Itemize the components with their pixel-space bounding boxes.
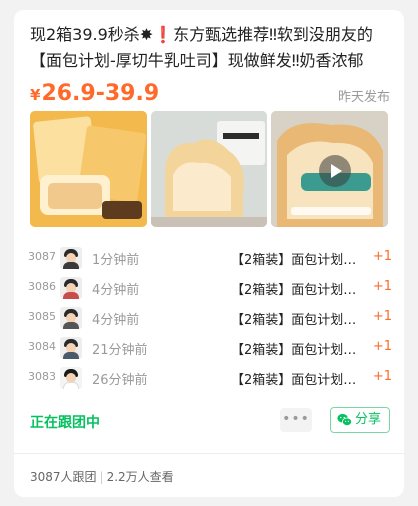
order-number: 3087 — [28, 250, 56, 263]
followers-count: 3087人跟团 — [30, 470, 97, 484]
order-time: 4分钟前 — [92, 313, 140, 328]
order-product: 【2箱装】面包计划-厚切牛乳吐司 — [231, 343, 357, 358]
bread-illustration — [150, 111, 268, 227]
product-image-package[interactable] — [30, 111, 147, 227]
order-row[interactable]: 3086 4分钟前 【2箱装】面包计划-厚切牛乳吐司 +1 — [28, 272, 392, 302]
stats: 3087人跟团 | 2.2万人查看 — [30, 468, 174, 485]
image-gallery — [30, 111, 389, 227]
order-quantity: +1 — [372, 279, 392, 294]
order-row[interactable]: 3087 1分钟前 【2箱装】面包计划-厚切牛乳吐司 +1 — [28, 242, 392, 272]
order-quantity: +1 — [372, 339, 392, 354]
order-quantity: +1 — [372, 369, 392, 384]
order-quantity: +1 — [372, 309, 392, 324]
order-row[interactable]: 3083 26分钟前 【2箱装】面包计划-厚切牛乳吐司 +1 — [28, 362, 392, 392]
order-time: 26分钟前 — [92, 373, 148, 388]
more-button[interactable]: ••• — [280, 408, 312, 432]
order-product: 【2箱装】面包计划-厚切牛乳吐司 — [231, 373, 357, 388]
share-button[interactable]: 分享 — [330, 407, 390, 433]
order-number: 3085 — [28, 310, 56, 323]
order-time: 21分钟前 — [92, 343, 148, 358]
order-product: 【2箱装】面包计划-厚切牛乳吐司 — [231, 313, 357, 328]
order-number: 3083 — [28, 370, 56, 383]
avatar — [60, 277, 82, 299]
avatar — [60, 367, 82, 389]
package-illustration — [30, 111, 147, 227]
order-row[interactable]: 3085 4分钟前 【2箱装】面包计划-厚切牛乳吐司 +1 — [28, 302, 392, 332]
post-title[interactable]: 现2箱39.9秒杀✸❗东方甄选推荐‼软到没朋友的【面包计划-厚切牛乳吐司】现做鲜… — [30, 22, 396, 74]
wechat-icon — [337, 413, 352, 426]
order-list: 3087 1分钟前 【2箱装】面包计划-厚切牛乳吐司 +1 3086 4分钟前 … — [28, 242, 392, 392]
divider — [14, 453, 404, 454]
order-number: 3086 — [28, 280, 56, 293]
order-product: 【2箱装】面包计划-厚切牛乳吐司 — [231, 253, 357, 268]
avatar — [60, 307, 82, 329]
currency-symbol: ¥ — [30, 86, 41, 104]
product-video-thumb[interactable] — [271, 111, 389, 227]
share-label: 分享 — [355, 412, 382, 427]
following-status: 正在跟团中 — [30, 415, 100, 431]
price-range: 26.9-39.9 — [41, 81, 160, 106]
order-product: 【2箱装】面包计划-厚切牛乳吐司 — [231, 283, 357, 298]
order-number: 3084 — [28, 340, 56, 353]
group-buy-card[interactable]: 现2箱39.9秒杀✸❗东方甄选推荐‼软到没朋友的【面包计划-厚切牛乳吐司】现做鲜… — [14, 10, 404, 497]
price: ¥26.9-39.9 — [30, 80, 159, 109]
order-row[interactable]: 3084 21分钟前 【2箱装】面包计划-厚切牛乳吐司 +1 — [28, 332, 392, 362]
order-time: 4分钟前 — [92, 283, 140, 298]
order-quantity: +1 — [372, 249, 392, 264]
views-count: 2.2万人查看 — [106, 470, 174, 484]
stats-separator: | — [99, 470, 104, 484]
avatar — [60, 247, 82, 269]
posted-time: 昨天发布 — [337, 90, 390, 105]
avatar — [60, 337, 82, 359]
product-image-bread[interactable] — [150, 111, 268, 227]
order-time: 1分钟前 — [92, 253, 140, 268]
